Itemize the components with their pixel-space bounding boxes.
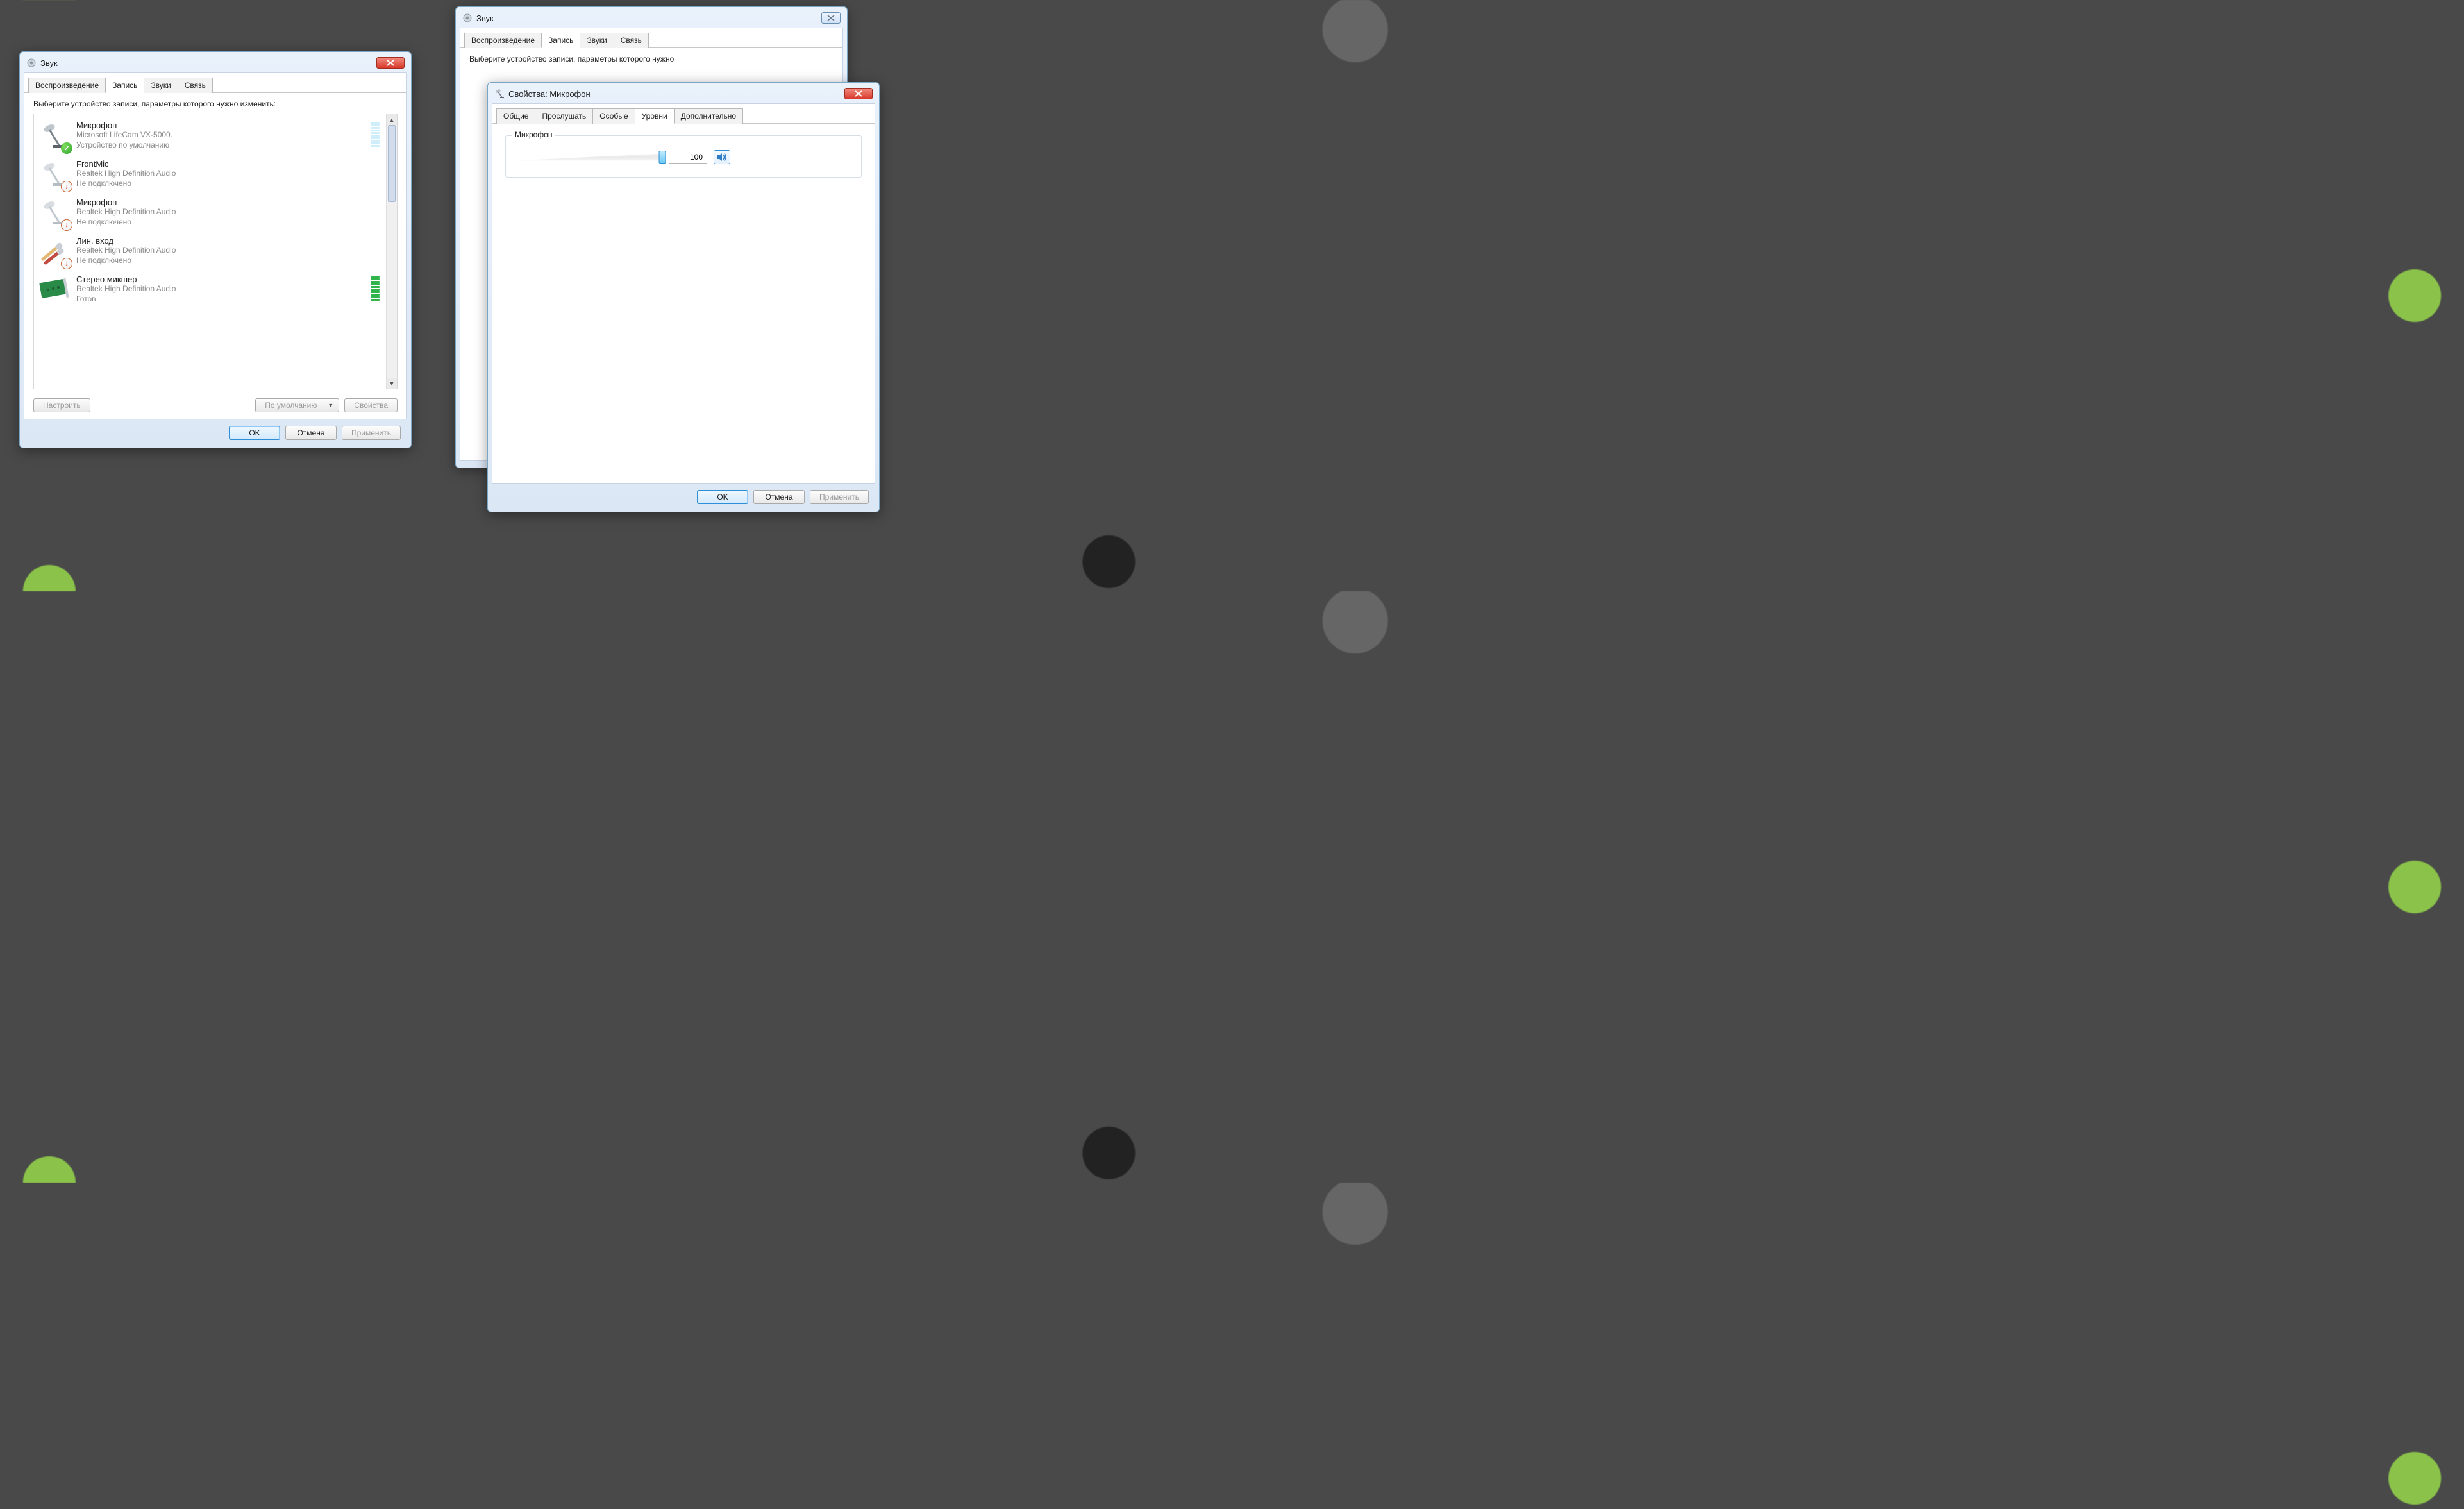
tab-levels[interactable]: Уровни <box>635 108 675 124</box>
titlebar[interactable]: Свойства: Микрофон <box>492 87 875 103</box>
tab-recording[interactable]: Запись <box>541 33 580 48</box>
tab-playback[interactable]: Воспроизведение <box>28 78 106 93</box>
tab-listen[interactable]: Прослушать <box>535 108 593 124</box>
device-desc: Microsoft LifeCam VX-5000. <box>76 130 364 140</box>
unplugged-badge-icon <box>61 258 72 269</box>
sound-card-icon <box>39 274 70 305</box>
default-badge-icon <box>61 142 72 154</box>
instruction-text: Выберите устройство записи, параметры ко… <box>469 55 803 63</box>
window-title: Звук <box>476 13 820 23</box>
list-item[interactable]: Микрофон Microsoft LifeCam VX-5000. Устр… <box>37 117 382 155</box>
sound-icon <box>462 13 473 23</box>
line-in-icon <box>39 236 70 267</box>
level-value-input[interactable] <box>669 151 707 164</box>
titlebar[interactable]: Звук <box>460 11 843 28</box>
tab-advanced[interactable]: Дополнительно <box>674 108 743 124</box>
window-title: Свойства: Микрофон <box>508 89 843 99</box>
cancel-button[interactable]: Отмена <box>753 490 805 504</box>
sound-dialog-recording: Звук Воспроизведение Запись Звуки Связь … <box>19 51 412 448</box>
tab-communications[interactable]: Связь <box>178 78 213 93</box>
group-label: Микрофон <box>512 130 555 139</box>
device-name: Микрофон <box>76 121 364 130</box>
level-meter <box>371 122 380 147</box>
tab-sounds[interactable]: Звуки <box>580 33 614 48</box>
close-button[interactable] <box>844 88 873 99</box>
set-default-label: По умолчанию <box>265 401 317 410</box>
device-status: Устройство по умолчанию <box>76 140 364 151</box>
device-name: Стерео микшер <box>76 274 364 284</box>
scroll-down-button[interactable]: ▼ <box>387 378 397 389</box>
recording-device-list[interactable]: Микрофон Microsoft LifeCam VX-5000. Устр… <box>33 114 398 389</box>
device-status: Не подключено <box>76 256 380 266</box>
tabstrip: Воспроизведение Запись Звуки Связь <box>460 28 842 48</box>
device-status: Не подключено <box>76 217 380 228</box>
microphone-level-group: Микрофон <box>505 135 862 178</box>
device-desc: Realtek High Definition Audio <box>76 246 380 256</box>
tab-communications[interactable]: Связь <box>614 33 649 48</box>
instruction-text: Выберите устройство записи, параметры ко… <box>33 99 367 108</box>
close-button[interactable] <box>376 57 405 69</box>
tab-recording[interactable]: Запись <box>105 78 144 93</box>
tab-sounds[interactable]: Звуки <box>144 78 178 93</box>
slider-thumb[interactable] <box>659 151 666 164</box>
microphone-icon <box>39 198 70 228</box>
tabstrip: Воспроизведение Запись Звуки Связь <box>24 73 406 93</box>
level-meter <box>371 276 380 301</box>
speaker-icon <box>717 153 727 162</box>
ok-button[interactable]: OK <box>229 426 280 440</box>
list-item[interactable]: Лин. вход Realtek High Definition Audio … <box>37 232 382 271</box>
device-name: FrontMic <box>76 159 380 169</box>
tab-custom[interactable]: Особые <box>592 108 635 124</box>
unplugged-badge-icon <box>61 181 72 192</box>
mute-toggle-button[interactable] <box>714 150 730 164</box>
set-default-button[interactable]: По умолчанию ▼ <box>255 398 339 412</box>
configure-button[interactable]: Настроить <box>33 398 90 412</box>
scroll-thumb[interactable] <box>388 125 396 202</box>
window-title: Звук <box>40 58 375 68</box>
close-button[interactable] <box>821 12 841 24</box>
microphone-icon <box>39 159 70 190</box>
microphone-icon <box>494 89 505 99</box>
cancel-button[interactable]: Отмена <box>285 426 337 440</box>
device-desc: Realtek High Definition Audio <box>76 284 364 294</box>
titlebar[interactable]: Звук <box>24 56 407 72</box>
scroll-up-button[interactable]: ▲ <box>387 114 397 125</box>
unplugged-badge-icon <box>61 219 72 231</box>
device-status: Готов <box>76 294 364 305</box>
device-desc: Realtek High Definition Audio <box>76 207 380 217</box>
mic-properties-dialog: Свойства: Микрофон Общие Прослушать Особ… <box>487 82 880 512</box>
tabstrip: Общие Прослушать Особые Уровни Дополните… <box>492 104 875 124</box>
device-status: Не подключено <box>76 179 380 189</box>
list-item[interactable]: Стерео микшер Realtek High Definition Au… <box>37 271 382 309</box>
scrollbar[interactable]: ▲ ▼ <box>386 114 397 389</box>
microphone-icon <box>39 121 70 151</box>
chevron-down-icon[interactable]: ▼ <box>325 402 336 409</box>
tab-playback[interactable]: Воспроизведение <box>464 33 542 48</box>
sound-icon <box>26 58 37 68</box>
ok-button[interactable]: OK <box>697 490 748 504</box>
list-item[interactable]: FrontMic Realtek High Definition Audio Н… <box>37 155 382 194</box>
list-item[interactable]: Микрофон Realtek High Definition Audio Н… <box>37 194 382 232</box>
level-slider[interactable] <box>515 150 662 164</box>
apply-button[interactable]: Применить <box>810 490 869 504</box>
device-desc: Realtek High Definition Audio <box>76 169 380 179</box>
tab-general[interactable]: Общие <box>496 108 535 124</box>
device-name: Лин. вход <box>76 236 380 246</box>
apply-button[interactable]: Применить <box>342 426 401 440</box>
device-name: Микрофон <box>76 198 380 207</box>
properties-button[interactable]: Свойства <box>344 398 398 412</box>
